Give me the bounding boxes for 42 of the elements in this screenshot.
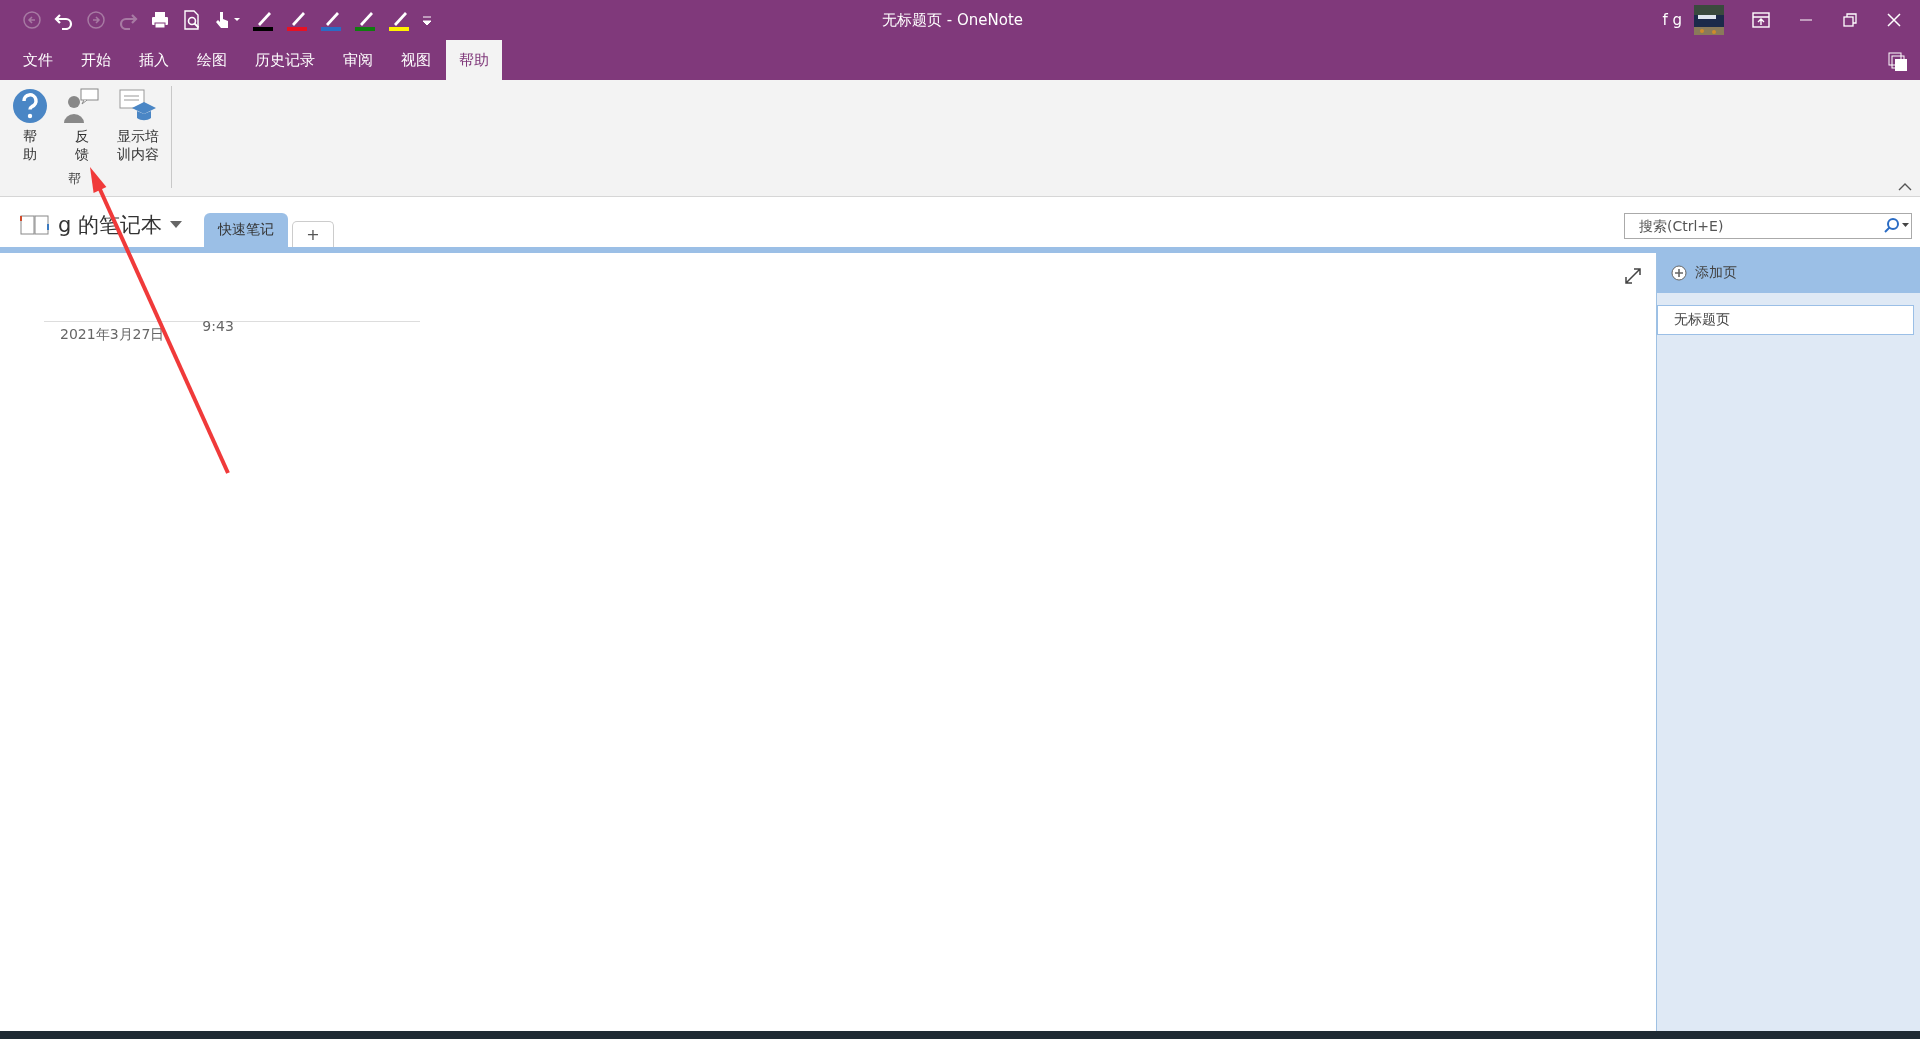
add-section-tab[interactable]: + — [292, 221, 334, 247]
restore-icon[interactable] — [1842, 12, 1858, 28]
menu-tab[interactable]: 插入 — [126, 40, 182, 80]
touch-icon[interactable] — [214, 10, 240, 30]
pen-icon[interactable] — [320, 9, 342, 31]
section-tab[interactable]: 快速笔记 — [204, 213, 288, 247]
print-icon[interactable] — [150, 10, 170, 30]
pen-icon[interactable] — [354, 9, 376, 31]
pen-icon[interactable] — [286, 9, 308, 31]
person-speech-icon — [62, 88, 102, 124]
pen-icon[interactable] — [388, 9, 410, 31]
print-preview-icon[interactable] — [182, 10, 202, 30]
search-field[interactable]: 搜索(Ctrl+E) — [1624, 213, 1912, 239]
ribbon-button[interactable]: 反馈 — [58, 86, 106, 165]
collapse-ribbon-icon[interactable] — [1898, 182, 1912, 192]
plus-circle-icon — [1671, 265, 1687, 281]
menu-tab[interactable]: 文件 — [10, 40, 66, 80]
close-icon[interactable] — [1886, 12, 1902, 28]
expand-icon[interactable] — [1624, 267, 1642, 285]
menu-tab[interactable]: 绘图 — [184, 40, 240, 80]
ribbon-button[interactable]: 帮助 — [8, 86, 52, 165]
help-icon — [12, 88, 48, 124]
dropdown-arrow-icon — [170, 221, 182, 229]
pen-icon[interactable] — [252, 9, 274, 31]
ribbon-button[interactable]: 显示培训内容 — [112, 86, 164, 165]
ribbon-display-icon[interactable] — [1752, 12, 1770, 28]
menu-tab[interactable]: 帮助 — [446, 40, 502, 80]
menu-tab[interactable]: 开始 — [68, 40, 124, 80]
menu-tab[interactable]: 历史记录 — [242, 40, 328, 80]
customize-icon[interactable] — [422, 13, 432, 27]
add-page-button[interactable]: 添加页 — [1657, 253, 1920, 293]
page-date: 2021年3月27日 — [60, 326, 165, 344]
group-label: 帮 — [68, 170, 81, 188]
menu-tab[interactable]: 审阅 — [330, 40, 386, 80]
menu-tab[interactable]: 视图 — [388, 40, 444, 80]
window-title: 无标题页 - OneNote — [882, 10, 1024, 30]
page-item[interactable]: 无标题页 — [1657, 305, 1914, 335]
user-name[interactable]: f g — [1662, 11, 1682, 29]
page-time: 9:43 — [202, 318, 234, 336]
notebook-icon — [20, 214, 50, 236]
search-icon[interactable] — [1882, 217, 1910, 235]
pages-icon[interactable] — [1888, 52, 1908, 72]
